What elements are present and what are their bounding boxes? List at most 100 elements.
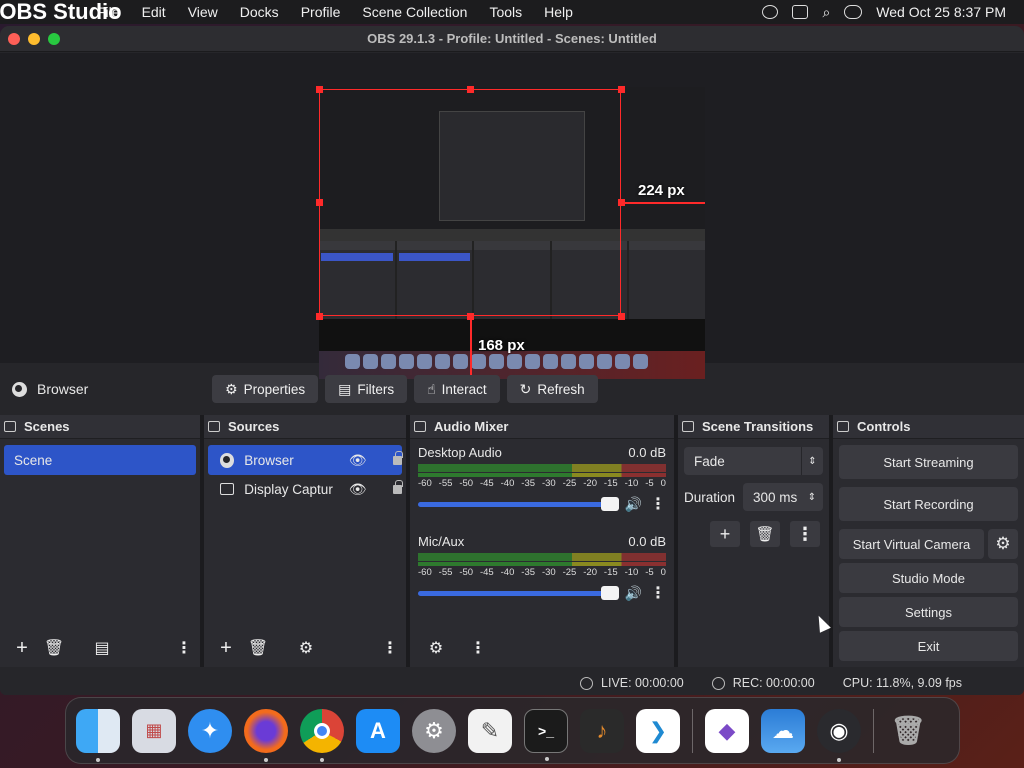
garageband-icon[interactable]: ♪ — [580, 708, 624, 753]
source-properties-button[interactable]: ⚙ — [292, 635, 320, 661]
meter-scale: -60 -55 -50 -45 -40 -35 -30 -25 -20 -15 -10 -5 0 — [418, 567, 666, 578]
add-source-button[interactable]: + — [212, 635, 240, 661]
weather-icon[interactable]: ☁ — [761, 708, 805, 753]
chrome-icon[interactable] — [300, 708, 344, 762]
channel-more-button[interactable]: ⋮ — [650, 494, 666, 514]
scene-filters-button[interactable]: ▤ — [88, 635, 116, 661]
remove-source-button[interactable]: 🗑 — [244, 635, 272, 661]
properties-button[interactable]: ⚙ Properties — [212, 375, 319, 403]
app-store-icon[interactable]: A — [356, 708, 400, 753]
dock-float-icon[interactable] — [4, 421, 16, 432]
start-streaming-button[interactable]: Start Streaming — [839, 445, 1018, 479]
visual-studio-icon[interactable]: ◆ — [705, 708, 749, 753]
sources-more-button[interactable]: ⋮ — [382, 635, 398, 661]
vscode-icon[interactable]: ❯ — [636, 708, 680, 753]
textedit-icon[interactable]: ✎ — [468, 708, 512, 753]
screen-mirroring-icon[interactable] — [792, 5, 809, 19]
controls-dock-header[interactable]: Controls — [833, 415, 1024, 439]
control-center-icon[interactable] — [844, 5, 863, 19]
launchpad-icon[interactable]: ▦ — [132, 708, 176, 753]
volume-meter — [418, 553, 666, 561]
visibility-eye-icon[interactable]: 👁 — [349, 481, 367, 498]
interact-button[interactable]: ☝ Interact — [414, 375, 500, 403]
transition-select[interactable]: Fade ⇕ — [684, 447, 823, 475]
terminal-icon[interactable]: >_ — [524, 708, 568, 761]
channel-more-button[interactable]: ⋮ — [650, 583, 666, 603]
scenes-dock-header[interactable]: Scenes — [0, 415, 200, 439]
resize-handle-br[interactable] — [618, 313, 625, 320]
source-item-display-capture[interactable]: Display Captur 👁 — [208, 475, 404, 503]
scene-list-item[interactable]: Scene — [4, 445, 196, 475]
record-icon — [711, 676, 725, 690]
gear-icon: ⚙ — [225, 380, 238, 397]
remove-transition-button[interactable]: 🗑 — [750, 521, 780, 547]
menu-docks[interactable]: Docks — [229, 4, 290, 20]
lock-icon[interactable] — [392, 479, 404, 494]
volume-slider-handle[interactable] — [600, 496, 619, 511]
menu-tools[interactable]: Tools — [478, 4, 533, 20]
start-virtual-camera-button[interactable]: Start Virtual Camera — [839, 529, 984, 559]
preview-canvas[interactable]: 224 px 168 px — [0, 53, 1024, 379]
obs-status-icon[interactable] — [762, 5, 779, 19]
volume-slider[interactable] — [418, 585, 619, 600]
obs-icon[interactable]: ◉ — [817, 708, 861, 762]
resize-handle-tl[interactable] — [316, 86, 323, 93]
resize-handle-tr[interactable] — [618, 86, 625, 93]
spotlight-search-icon[interactable]: ⌕ — [822, 4, 830, 21]
dock-float-icon[interactable] — [208, 421, 220, 432]
finder-icon[interactable] — [76, 708, 120, 762]
safari-icon[interactable]: ✦ — [188, 708, 232, 753]
dock-float-icon[interactable] — [682, 421, 694, 432]
resize-handle-ml[interactable] — [316, 199, 323, 206]
menu-help[interactable]: Help — [533, 4, 584, 20]
remove-scene-button[interactable]: 🗑 — [40, 635, 68, 661]
dock-float-icon[interactable] — [837, 421, 849, 432]
system-settings-icon[interactable]: ⚙ — [412, 708, 456, 753]
zoom-window-button[interactable] — [48, 32, 60, 45]
volume-slider[interactable] — [418, 496, 619, 511]
dock-separator — [692, 708, 693, 753]
menu-profile[interactable]: Profile — [290, 4, 352, 20]
speaker-icon[interactable]: 🔊 — [625, 496, 642, 513]
start-recording-button[interactable]: Start Recording — [839, 487, 1018, 521]
resize-handle-tm[interactable] — [467, 86, 474, 93]
speaker-icon[interactable]: 🔊 — [625, 585, 642, 602]
virtual-camera-settings-button[interactable]: ⚙ — [988, 529, 1018, 559]
scenes-footer: + 🗑 ▤ ⋮ — [0, 629, 200, 667]
audio-mixer-more-button[interactable]: ⋮ — [470, 635, 486, 661]
source-selection-box[interactable] — [319, 89, 621, 316]
advanced-audio-properties-button[interactable]: ⚙ — [422, 635, 450, 661]
settings-button[interactable]: Settings — [839, 597, 1018, 627]
add-scene-button[interactable]: + — [8, 635, 36, 661]
scene-transitions-dock-header[interactable]: Scene Transitions — [678, 415, 829, 439]
sources-dock-header[interactable]: Sources — [204, 415, 406, 439]
menu-scene-collection[interactable]: Scene Collection — [351, 4, 478, 20]
menu-bar: OBS Studio File Edit View Docks Profile … — [0, 0, 1024, 24]
menu-edit[interactable]: Edit — [131, 4, 177, 20]
filters-button[interactable]: ▤ Filters — [325, 375, 408, 403]
status-bar: LIVE: 00:00:00 REC: 00:00:00 CPU: 11.8%,… — [0, 671, 1024, 695]
duration-spinbox[interactable]: 300 ms ⇕ — [743, 483, 823, 511]
scenes-more-button[interactable]: ⋮ — [176, 635, 192, 661]
visibility-eye-icon[interactable]: 👁 — [349, 452, 367, 469]
audio-mixer-dock-header[interactable]: Audio Mixer — [410, 415, 674, 439]
globe-icon — [12, 381, 27, 397]
exit-button[interactable]: Exit — [839, 631, 1018, 661]
dock-float-icon[interactable] — [414, 421, 426, 432]
menu-clock[interactable]: Wed Oct 25 8:37 PM — [876, 4, 1006, 20]
updown-chevron-icon[interactable]: ⇕ — [801, 483, 823, 511]
studio-mode-button[interactable]: Studio Mode — [839, 563, 1018, 593]
transition-properties-button[interactable]: ⋮ — [790, 521, 820, 547]
close-window-button[interactable] — [8, 32, 20, 45]
firefox-icon[interactable] — [244, 708, 288, 762]
volume-slider-handle[interactable] — [600, 585, 619, 600]
lock-icon[interactable] — [392, 450, 404, 465]
refresh-button[interactable]: ↻ Refresh — [506, 375, 598, 403]
add-transition-button[interactable]: + — [710, 521, 740, 547]
trash-icon[interactable]: 🗑 — [886, 709, 930, 753]
resize-handle-bl[interactable] — [316, 313, 323, 320]
menu-view[interactable]: View — [177, 4, 229, 20]
minimize-window-button[interactable] — [28, 32, 40, 45]
source-item-browser[interactable]: Browser 👁 — [208, 445, 404, 475]
channel-name: Mic/Aux — [418, 534, 465, 549]
